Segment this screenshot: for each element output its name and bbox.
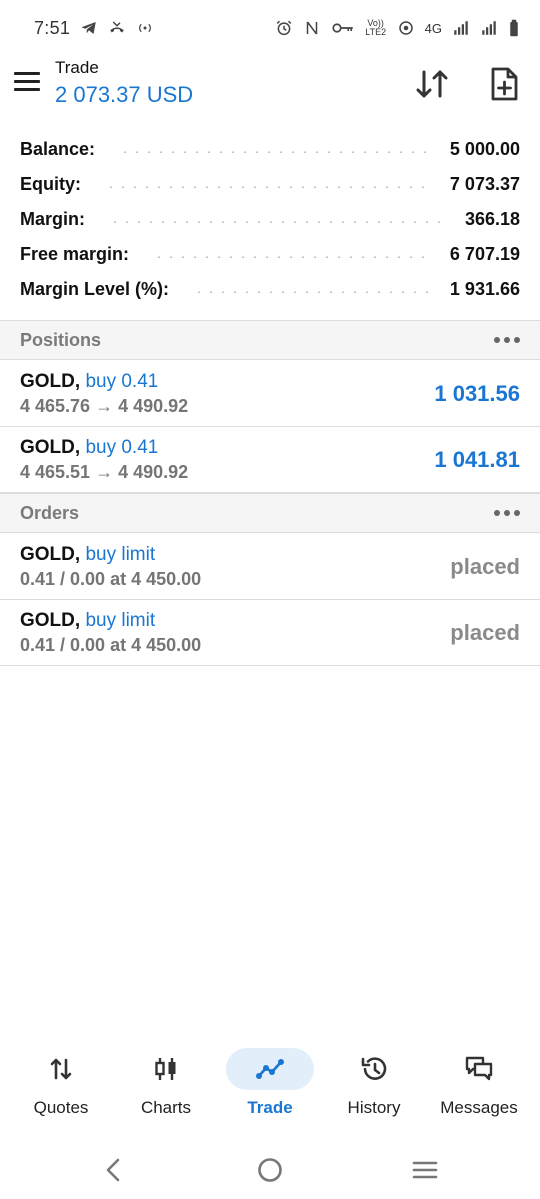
nav-label: Charts <box>140 1098 192 1117</box>
order-title: GOLD, buy limit <box>20 544 155 566</box>
system-navigation-bar <box>0 1140 540 1199</box>
nav-messages[interactable]: Messages <box>427 1040 531 1130</box>
more-options-icon[interactable] <box>494 508 520 518</box>
summary-row-free-margin: Free margin: 6 707.19 <box>0 237 540 272</box>
nav-pill <box>17 1048 105 1090</box>
summary-row-margin-level: Margin Level (%): 1 931.66 <box>0 272 540 307</box>
history-icon <box>361 1057 387 1080</box>
sort-arrows-icon[interactable] <box>412 64 452 104</box>
position-symbol: GOLD, <box>20 371 81 392</box>
position-title: GOLD, buy 0.41 <box>20 371 158 393</box>
status-bar: 7:51 Vo)) LTE2 4G <box>0 0 540 56</box>
recent-apps-icon[interactable] <box>409 1154 441 1186</box>
home-circle-icon[interactable] <box>254 1154 286 1186</box>
battery-icon <box>510 19 518 37</box>
hamburger-menu-icon[interactable] <box>14 72 40 94</box>
nav-quotes[interactable]: Quotes <box>9 1040 113 1130</box>
network-type: 4G <box>424 20 442 36</box>
candlestick-icon <box>155 1058 176 1080</box>
dotted-leader <box>105 185 434 188</box>
bottom-navigation: Quotes Charts Trade History Messages <box>0 1040 540 1130</box>
dotted-leader <box>109 220 449 223</box>
section-title: Positions <box>20 329 102 350</box>
position-prices: 4 465.76 → 4 490.92 <box>20 396 189 416</box>
order-symbol: GOLD, <box>20 610 81 631</box>
order-title: GOLD, buy limit <box>20 610 155 632</box>
nav-pill <box>435 1048 523 1090</box>
position-row[interactable]: GOLD, buy 0.41 4 465.76 → 4 490.92 1 031… <box>0 361 540 427</box>
summary-label: Balance: <box>20 139 96 159</box>
missed-call-icon <box>110 21 124 33</box>
order-details: 0.41 / 0.00 at 4 450.00 <box>20 569 202 589</box>
nav-trade[interactable]: Trade <box>218 1040 322 1130</box>
signal-1-icon <box>454 21 468 35</box>
nav-pill <box>330 1048 418 1090</box>
orders-section-header: Orders <box>0 493 540 533</box>
dotted-leader <box>119 150 434 153</box>
status-time: 7:51 <box>34 17 71 38</box>
summary-row-margin: Margin: 366.18 <box>0 202 540 237</box>
summary-label: Equity: <box>20 174 81 194</box>
summary-label: Margin Level (%): <box>20 279 170 299</box>
dotted-leader <box>153 255 434 258</box>
page-title: Trade <box>55 58 99 77</box>
order-row[interactable]: GOLD, buy limit 0.41 / 0.00 at 4 450.00 … <box>0 600 540 666</box>
quotes-icon <box>50 1058 72 1080</box>
summary-row-equity: Equity: 7 073.37 <box>0 167 540 202</box>
position-symbol: GOLD, <box>20 437 81 458</box>
nav-label-active: Trade <box>247 1098 293 1117</box>
position-side: buy 0.41 <box>85 437 159 458</box>
summary-value: 5 000.00 <box>449 139 520 159</box>
position-side: buy 0.41 <box>85 371 159 392</box>
section-title: Orders <box>20 502 80 523</box>
hotspot-icon <box>139 23 152 33</box>
nav-label: History <box>347 1098 401 1117</box>
order-status: placed <box>450 620 520 645</box>
dotted-leader <box>193 290 434 293</box>
status-right-icons: Vo)) LTE2 4G <box>275 19 520 37</box>
alarm-icon <box>276 20 291 36</box>
status-left-icons <box>80 19 154 37</box>
wifi-calling-icon <box>398 21 413 35</box>
account-summary: Balance: 5 000.00 Equity: 7 073.37 Margi… <box>0 132 540 307</box>
order-row[interactable]: GOLD, buy limit 0.41 / 0.00 at 4 450.00 … <box>0 534 540 600</box>
new-order-icon[interactable] <box>484 64 524 104</box>
key-icon <box>332 23 353 33</box>
signal-2-icon <box>482 21 496 35</box>
order-symbol: GOLD, <box>20 544 81 565</box>
order-side: buy limit <box>85 544 156 565</box>
nfc-icon <box>306 21 317 35</box>
nav-pill-active <box>226 1048 314 1090</box>
nav-label: Messages <box>440 1098 518 1117</box>
position-prices: 4 465.51 → 4 490.92 <box>20 462 189 482</box>
app-header: Trade 2 073.37 USD <box>0 56 540 122</box>
telegram-icon <box>81 22 96 34</box>
summary-value: 366.18 <box>464 209 520 229</box>
back-chevron-icon[interactable] <box>98 1154 130 1186</box>
more-options-icon[interactable] <box>494 335 520 345</box>
messages-icon <box>465 1056 493 1081</box>
order-details: 0.41 / 0.00 at 4 450.00 <box>20 635 202 655</box>
trade-line-icon <box>256 1059 284 1079</box>
nav-label: Quotes <box>33 1098 89 1117</box>
summary-row-balance: Balance: 5 000.00 <box>0 132 540 167</box>
summary-label: Free margin: <box>20 244 130 264</box>
positions-section-header: Positions <box>0 320 540 360</box>
position-row[interactable]: GOLD, buy 0.41 4 465.51 → 4 490.92 1 041… <box>0 427 540 493</box>
nav-charts[interactable]: Charts <box>114 1040 218 1130</box>
order-status: placed <box>450 554 520 579</box>
nav-history[interactable]: History <box>322 1040 426 1130</box>
order-side: buy limit <box>85 610 156 631</box>
summary-value: 6 707.19 <box>449 244 520 264</box>
position-profit: 1 041.81 <box>434 447 520 472</box>
nav-pill <box>122 1048 210 1090</box>
header-balance: 2 073.37 USD <box>55 82 194 107</box>
summary-value: 7 073.37 <box>449 174 520 194</box>
volte-indicator: Vo)) LTE2 <box>365 18 387 37</box>
summary-label: Margin: <box>20 209 85 229</box>
summary-value: 1 931.66 <box>449 279 520 299</box>
position-title: GOLD, buy 0.41 <box>20 437 158 459</box>
position-profit: 1 031.56 <box>434 381 520 406</box>
